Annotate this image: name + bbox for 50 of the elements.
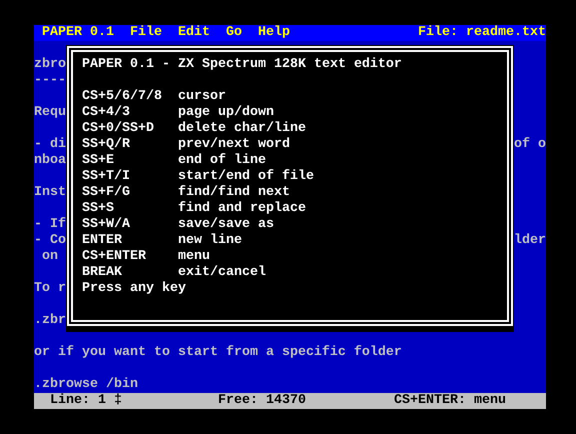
app-title: PAPER 0.1 — [42, 25, 114, 41]
shortcut-action: cursor — [178, 89, 226, 105]
shortcut-keys: CS+ENTER — [82, 249, 178, 265]
menu-item[interactable]: Go — [226, 25, 242, 41]
shortcut-keys: SS+Q/R — [82, 137, 178, 153]
shortcut-keys: SS+F/G — [82, 185, 178, 201]
document-text: To r — [34, 281, 66, 297]
shortcut-keys: CS+4/3 — [82, 105, 178, 121]
shortcut-action: exit/cancel — [178, 265, 266, 281]
document-text: ---- — [34, 73, 66, 89]
shortcut-action: find/find next — [178, 185, 290, 201]
document-text: Inst — [34, 185, 66, 201]
document-text: nboa — [34, 153, 66, 169]
shortcut-keys: SS+W/A — [82, 217, 178, 233]
line-number: Line: 1 ‡ — [50, 393, 123, 409]
document-text: - Co — [34, 233, 66, 249]
prompt-text: Press any key — [82, 281, 186, 297]
document-text: - If — [34, 217, 66, 233]
shortcut-keys: ENTER — [82, 233, 178, 249]
document-text: zbro — [34, 57, 66, 73]
free-memory: Free: 14370 — [218, 393, 307, 409]
shortcut-keys: SS+S — [82, 201, 178, 217]
shortcut-action: prev/next word — [178, 137, 290, 153]
menu-hint: CS+ENTER: menu — [394, 393, 507, 409]
shortcut-keys: SS+E — [82, 153, 178, 169]
menu-item[interactable]: Edit — [178, 25, 210, 41]
shortcut-action: menu — [178, 249, 210, 265]
shortcut-action: save/save as — [178, 217, 274, 233]
document-text: lder — [514, 233, 546, 249]
menu-item[interactable]: File — [130, 25, 162, 41]
document-text: of o — [514, 137, 546, 153]
shortcut-action: page up/down — [178, 105, 274, 121]
dialog-title: PAPER 0.1 - ZX Spectrum 128K text editor — [82, 57, 402, 73]
menu-item[interactable]: Help — [258, 25, 290, 41]
shortcut-action: end of line — [178, 153, 266, 169]
shortcut-action: new line — [178, 233, 242, 249]
shortcut-action: delete char/line — [178, 121, 306, 137]
file-name: File: readme.txt — [418, 25, 546, 41]
document-text: .zbr — [34, 313, 66, 329]
document-text: on — [40, 249, 58, 265]
shortcut-keys: BREAK — [82, 265, 178, 281]
shortcut-keys: CS+5/6/7/8 — [82, 89, 178, 105]
shortcut-action: find and replace — [178, 201, 306, 217]
document-text: or if you want to start from a specific folder — [34, 345, 402, 361]
document-text: .zbrowse /bin — [34, 377, 138, 393]
document-text: Requ — [34, 105, 66, 121]
shortcut-action: start/end of file — [178, 169, 314, 185]
document-text: - di — [34, 137, 66, 153]
shortcut-keys: SS+T/I — [82, 169, 178, 185]
shortcut-keys: CS+0/SS+D — [82, 121, 178, 137]
